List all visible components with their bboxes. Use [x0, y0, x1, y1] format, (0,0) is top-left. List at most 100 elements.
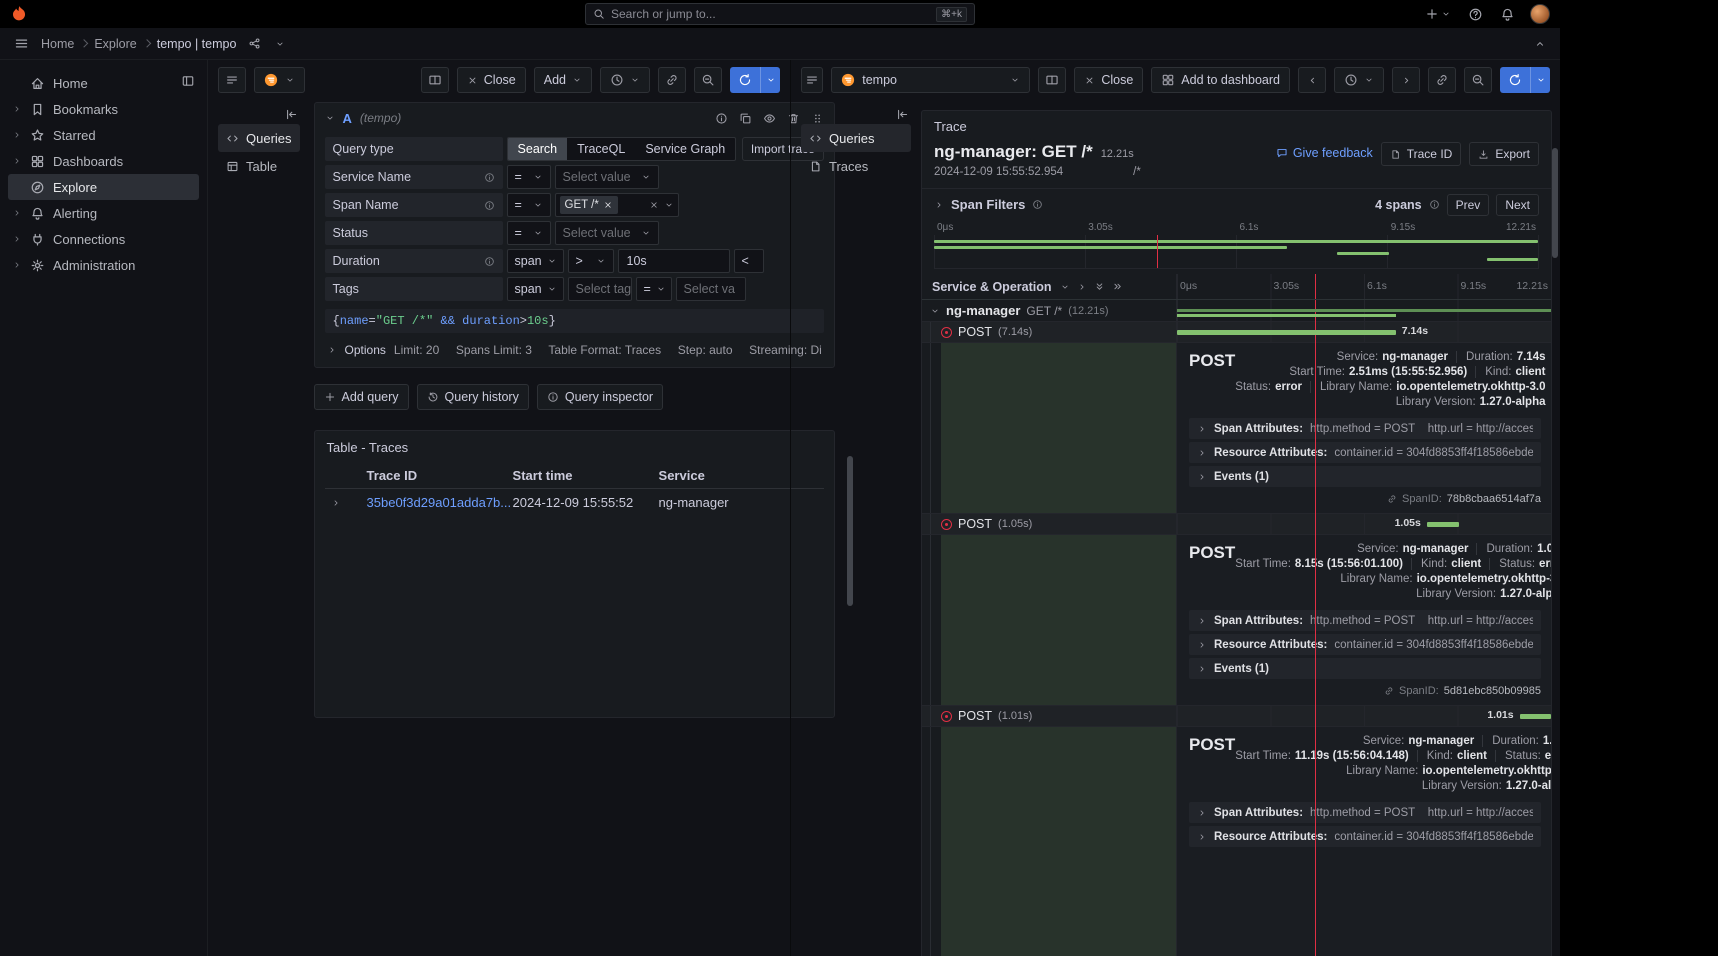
collapse-all-icon[interactable] — [1094, 281, 1105, 292]
copy-link-button[interactable] — [1428, 67, 1456, 93]
status-select[interactable]: Select value — [555, 221, 659, 245]
span-filters-label[interactable]: Span Filters — [951, 197, 1025, 212]
span-row[interactable]: POST (1.01s) 1.01s — [922, 705, 1551, 726]
tag-select[interactable]: Select tag — [568, 277, 632, 301]
trace-minimap[interactable]: 0μs3.05s6.1s9.15s12.21s — [934, 222, 1539, 270]
new-menu-button[interactable] — [1423, 5, 1453, 23]
sidebar-item[interactable]: Administration — [8, 252, 199, 278]
pane-tab[interactable]: Queries — [801, 124, 911, 152]
query-options-row[interactable]: Options Limit: 20 Spans Limit: 3 Table F… — [325, 339, 824, 357]
pane-tab[interactable]: Traces — [801, 152, 911, 180]
sidebar-item[interactable]: Connections — [8, 226, 199, 252]
chevron-right-icon[interactable] — [1077, 282, 1087, 292]
give-feedback-link[interactable]: Give feedback — [1276, 146, 1373, 160]
dock-menu-button[interactable] — [179, 72, 197, 90]
split-view-button[interactable] — [421, 67, 449, 93]
attribute-accordion-row[interactable]: Events (1) — [1189, 658, 1541, 679]
chevron-right-icon[interactable] — [934, 200, 944, 210]
query-type-option[interactable]: TraceQL — [567, 138, 635, 160]
selected-value-chip[interactable]: GET /* — [560, 196, 618, 214]
remove-chip-icon[interactable] — [603, 200, 613, 210]
duration-scope-select[interactable]: span — [507, 249, 564, 273]
sidebar-item[interactable]: Explore — [8, 174, 199, 200]
span-bar[interactable] — [1520, 714, 1551, 719]
attribute-accordion-row[interactable]: Resource Attributes: container.id = 304f… — [1189, 826, 1541, 847]
add-button[interactable]: Add — [534, 67, 592, 93]
attribute-accordion-row[interactable]: Resource Attributes: container.id = 304f… — [1189, 634, 1541, 655]
notifications-button[interactable] — [1498, 5, 1517, 24]
add-to-dashboard-button[interactable]: Add to dashboard — [1151, 67, 1290, 93]
query-action-button[interactable]: Query inspector — [537, 384, 663, 410]
prev-span-button[interactable]: Prev — [1447, 194, 1490, 216]
split-view-button[interactable] — [1038, 67, 1066, 93]
query-rows-button[interactable] — [218, 67, 246, 93]
expand-row-icon[interactable] — [331, 498, 341, 508]
expand-all-icon[interactable] — [1112, 281, 1123, 292]
attribute-accordion-row[interactable]: Span Attributes: http.method = POST http… — [1189, 610, 1541, 631]
duration-input[interactable] — [618, 249, 730, 273]
collapse-tabs-button[interactable] — [283, 104, 300, 124]
run-query-button[interactable] — [1500, 67, 1550, 93]
minimap-graph[interactable] — [934, 235, 1539, 269]
chevron-down-icon[interactable] — [1060, 282, 1070, 292]
span-row[interactable]: POST (7.14s) 7.14s — [922, 321, 1551, 342]
span-bar[interactable] — [1177, 330, 1396, 335]
sidebar-item[interactable]: Dashboards — [8, 148, 199, 174]
time-shift-back-button[interactable] — [1298, 67, 1326, 93]
duration-operator-select[interactable]: > — [568, 249, 614, 273]
datasource-picker[interactable] — [254, 67, 305, 93]
pane-tab[interactable]: Queries — [218, 124, 300, 152]
tag-value-select[interactable]: Select va — [676, 277, 746, 301]
link-icon[interactable] — [1387, 494, 1397, 504]
status-operator-select[interactable]: = — [507, 221, 551, 245]
tag-operator-select[interactable]: = — [636, 277, 672, 301]
expand-chevron-icon[interactable] — [12, 104, 22, 114]
span-row[interactable]: POST (1.05s) 1.05s — [922, 513, 1551, 534]
attribute-accordion-row[interactable]: Span Attributes: http.method = POST http… — [1189, 802, 1541, 823]
close-pane-button[interactable]: Close — [1074, 67, 1143, 93]
search-input[interactable] — [611, 7, 930, 21]
sidebar-item[interactable]: Bookmarks — [8, 96, 199, 122]
zoom-out-button[interactable] — [1464, 67, 1492, 93]
breadcrumb-item[interactable]: Home — [41, 37, 74, 51]
export-button[interactable]: Export — [1469, 142, 1539, 166]
expand-chevron-icon[interactable] — [12, 130, 22, 140]
root-span-row[interactable]: ng-manager GET /* (12.21s) — [922, 300, 1551, 321]
duplicate-query-icon[interactable] — [739, 112, 752, 125]
trace-id-button[interactable]: Trace ID — [1381, 142, 1462, 166]
collapse-query-icon[interactable] — [325, 113, 335, 123]
query-help-icon[interactable] — [715, 112, 728, 125]
collapse-span-icon[interactable] — [930, 306, 940, 316]
sidebar-item[interactable]: Starred — [8, 122, 199, 148]
max-duration-operator-select[interactable]: < — [734, 249, 764, 273]
link-icon[interactable] — [1384, 686, 1394, 696]
grafana-logo-icon[interactable] — [10, 5, 28, 23]
span-bar[interactable] — [1177, 314, 1396, 317]
expand-chevron-icon[interactable] — [12, 260, 22, 270]
query-action-button[interactable]: Query history — [417, 384, 529, 410]
span-bar[interactable] — [1177, 309, 1551, 312]
breadcrumb-item[interactable]: Explore — [94, 37, 136, 51]
breadcrumb-item[interactable]: tempo | tempo — [157, 37, 237, 51]
pane-tab[interactable]: Table — [218, 152, 300, 180]
span-name-operator-select[interactable]: = — [507, 193, 551, 217]
copy-link-button[interactable] — [658, 67, 686, 93]
breadcrumb-menu-toggle[interactable] — [273, 37, 287, 51]
share-button[interactable] — [246, 35, 263, 52]
service-name-select[interactable]: Select value — [555, 165, 659, 189]
query-rows-button[interactable] — [801, 67, 823, 93]
query-type-option[interactable]: Service Graph — [635, 138, 735, 160]
time-picker-button[interactable] — [600, 67, 650, 93]
zoom-out-button[interactable] — [694, 67, 722, 93]
datasource-picker[interactable]: tempo — [831, 67, 1030, 93]
collapse-header-button[interactable] — [1532, 36, 1548, 52]
table-row[interactable]: 35be0f3d29a01adda7b... 2024-12-09 15:55:… — [325, 489, 824, 516]
scrollbar[interactable] — [1552, 148, 1558, 258]
user-avatar[interactable] — [1530, 4, 1550, 24]
close-pane-button[interactable]: Close — [457, 67, 526, 93]
help-button[interactable] — [1466, 5, 1485, 24]
run-query-button[interactable] — [730, 67, 780, 93]
clear-icon[interactable] — [649, 200, 659, 210]
expand-chevron-icon[interactable] — [12, 156, 22, 166]
time-picker-button[interactable] — [1334, 67, 1384, 93]
